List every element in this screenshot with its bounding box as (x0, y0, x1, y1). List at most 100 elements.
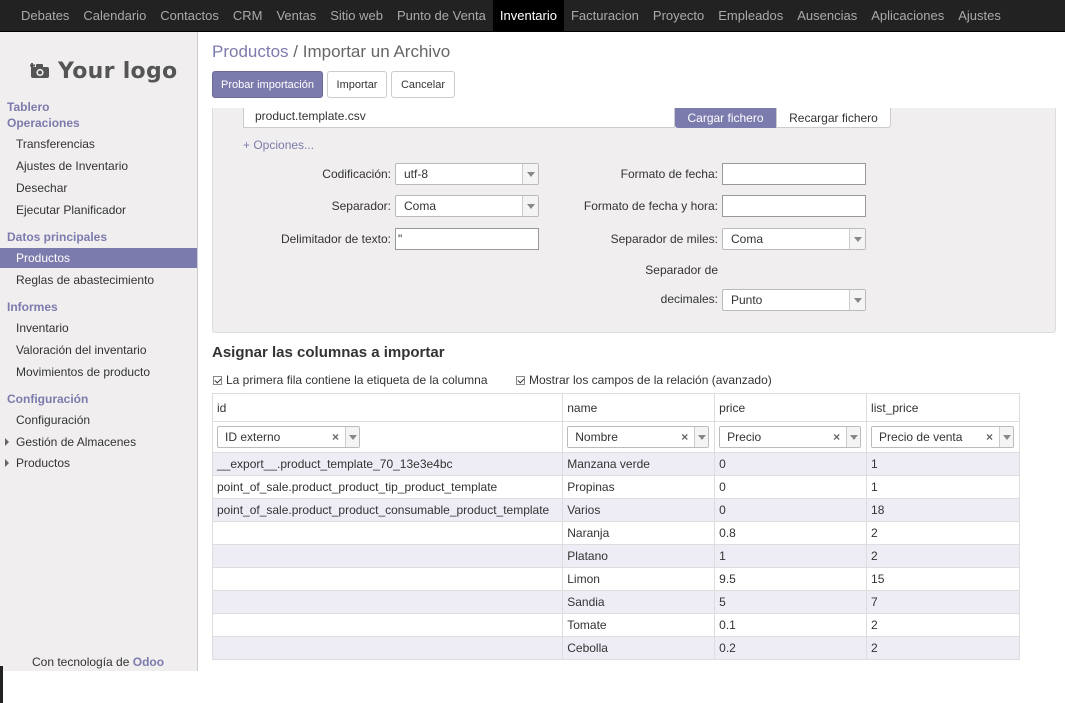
cancel-button[interactable]: Cancelar (391, 71, 455, 98)
odoo-link[interactable]: Odoo (133, 655, 164, 669)
field-mapping-value: Precio (727, 430, 762, 444)
chevron-down-icon[interactable] (694, 427, 709, 447)
table-cell (211, 590, 564, 614)
menu-item-calendario[interactable]: Calendario (76, 0, 153, 31)
menu-item-facturacion[interactable]: Facturacion (564, 0, 646, 31)
menu-item-contactos[interactable]: Contactos (153, 0, 226, 31)
sidebar-item-desechar[interactable]: Desechar (0, 178, 197, 198)
sidebar-item-ejecutar-planificador[interactable]: Ejecutar Planificador (0, 200, 197, 220)
field-mapping-select[interactable]: Nombre × (567, 426, 710, 448)
field-mapping-select[interactable]: Precio × (719, 426, 862, 448)
sidebar-item-movimientos[interactable]: Movimientos de producto (0, 362, 197, 382)
menu-item-proyecto[interactable]: Proyecto (646, 0, 711, 31)
checkbox-checked-icon[interactable] (213, 375, 222, 385)
chevron-down-icon (849, 290, 865, 310)
powered-by: Con tecnología de Odoo (32, 655, 164, 669)
main-content: Productos / Importar un Archivo Probar i… (199, 32, 1065, 671)
decimal-separator-select[interactable]: Punto (722, 289, 866, 311)
company-logo[interactable]: Your logo (30, 52, 180, 90)
date-format-field[interactable] (722, 163, 866, 185)
menu-item-crm[interactable]: CRM (226, 0, 270, 31)
thousands-separator-value: Coma (731, 232, 764, 246)
table-cell: Varios (562, 498, 716, 522)
table-cell: 1 (866, 452, 1020, 476)
menu-item-ajustes[interactable]: Ajustes (951, 0, 1008, 31)
table-cell: 7 (866, 590, 1020, 614)
clear-icon[interactable]: × (681, 430, 688, 444)
table-cell: 0 (714, 452, 868, 476)
field-mapping-value: Precio de venta (879, 430, 963, 444)
table-cell: 9.5 (714, 567, 868, 591)
import-button[interactable]: Importar (327, 71, 387, 98)
load-file-button[interactable]: Cargar fichero (675, 108, 776, 128)
menu-item-punto-de-venta[interactable]: Punto de Venta (390, 0, 493, 31)
expand-arrow-icon (5, 459, 9, 467)
show-relation-fields-checkbox[interactable]: Mostrar los campos de la relación (avanz… (516, 373, 772, 387)
sidebar-item-ajustes-inventario[interactable]: Ajustes de Inventario (0, 156, 197, 176)
sidebar-item-configuracion[interactable]: Configuración (0, 410, 197, 430)
column-header: list_price (866, 393, 1020, 422)
sidebar-heading-configuracion: Configuración (7, 392, 89, 406)
column-header: price (714, 393, 868, 422)
table-row: Tomate 0.1 2 (211, 613, 1020, 637)
sidebar-item-config-productos[interactable]: Productos (0, 453, 197, 473)
text-delimiter-field[interactable]: " (395, 228, 539, 250)
sidebar-item-gestion-almacenes[interactable]: Gestión de Almacenes (0, 432, 197, 452)
table-cell: 2 (866, 521, 1020, 545)
field-mapping-select[interactable]: Precio de venta × (871, 426, 1015, 448)
menu-item-sitio-web[interactable]: Sitio web (323, 0, 390, 31)
sidebar-heading-operaciones: Operaciones (7, 116, 80, 130)
chevron-down-icon[interactable] (999, 427, 1014, 447)
column-header: id (211, 393, 564, 422)
encoding-select[interactable]: utf-8 (395, 163, 539, 185)
checkbox-checked-icon[interactable] (516, 375, 525, 385)
first-row-header-checkbox[interactable]: La primera fila contiene la etiqueta de … (213, 373, 488, 387)
sidebar-item-transferencias[interactable]: Transferencias (0, 134, 197, 154)
menu-item-ventas[interactable]: Ventas (269, 0, 323, 31)
menu-item-ausencias[interactable]: Ausencias (790, 0, 864, 31)
clear-icon[interactable]: × (986, 430, 993, 444)
separator-value: Coma (404, 199, 437, 213)
first-row-header-label: La primera fila contiene la etiqueta de … (226, 373, 488, 387)
show-relation-fields-label: Mostrar los campos de la relación (avanz… (529, 373, 772, 387)
reload-file-button[interactable]: Recargar fichero (776, 108, 891, 128)
table-cell: 15 (866, 567, 1020, 591)
table-cell: Tomate (562, 613, 716, 637)
chevron-down-icon[interactable] (345, 427, 359, 447)
menu-item-aplicaciones[interactable]: Aplicaciones (864, 0, 951, 31)
chevron-down-icon[interactable] (846, 427, 861, 447)
chevron-down-icon (522, 196, 538, 216)
menu-item-empleados[interactable]: Empleados (711, 0, 790, 31)
sidebar-heading-datos: Datos principales (7, 230, 108, 244)
menu-item-inventario[interactable]: Inventario (492, 0, 564, 31)
sidebar-edge-strip (0, 666, 3, 703)
logo-text: Your logo (58, 58, 178, 84)
table-cell: 5 (714, 590, 868, 614)
clear-icon[interactable]: × (332, 430, 339, 444)
sidebar-item-productos[interactable]: Productos (0, 248, 197, 268)
field-mapping-select[interactable]: ID externo × (217, 426, 360, 448)
expand-arrow-icon (5, 438, 9, 446)
breadcrumb-productos[interactable]: Productos (212, 42, 289, 61)
sidebar-heading-tablero[interactable]: Tablero (7, 100, 49, 114)
menu-item-debates[interactable]: Debates (14, 0, 76, 31)
sidebar-item-inventario[interactable]: Inventario (0, 318, 197, 338)
file-name-field[interactable]: product.template.csv (243, 108, 675, 128)
test-import-button[interactable]: Probar importación (212, 71, 323, 98)
sidebar-item-reglas-abastecimiento[interactable]: Reglas de abastecimiento (0, 270, 197, 290)
clear-icon[interactable]: × (833, 430, 840, 444)
more-options-link[interactable]: + Opciones... (243, 138, 314, 152)
chevron-down-icon (522, 164, 538, 184)
table-cell: Cebolla (562, 636, 716, 660)
table-cell: 0.2 (714, 636, 868, 660)
encoding-label: Codificación: (322, 167, 391, 181)
table-cell: 1 (866, 475, 1020, 499)
text-delimiter-label: Delimitador de texto: (280, 232, 391, 246)
mapping-title: Asignar las columnas a importar (212, 344, 445, 361)
datetime-format-field[interactable] (722, 195, 866, 217)
table-row: point_of_sale.product_product_consumable… (211, 498, 1020, 522)
thousands-separator-select[interactable]: Coma (722, 228, 866, 250)
table-cell: 0 (714, 475, 868, 499)
sidebar-item-valoracion[interactable]: Valoración del inventario (0, 340, 197, 360)
separator-select[interactable]: Coma (395, 195, 539, 217)
